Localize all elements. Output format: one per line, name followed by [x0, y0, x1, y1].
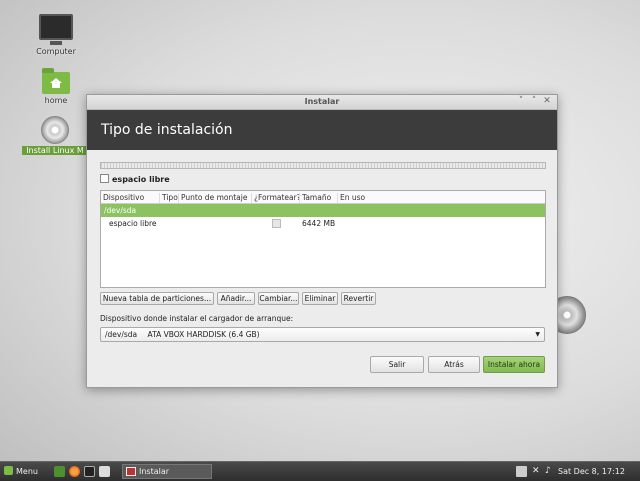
installer-window: Instalar ˅ ˄ ✕ Tipo de instalación espac…	[86, 94, 558, 388]
taskbar: Menu Instalar ✕ ♪ Sat Dec 8, 17:12	[0, 461, 640, 481]
desktop-icon-label: home	[44, 96, 68, 105]
window-titlebar[interactable]: Instalar ˅ ˄ ✕	[87, 95, 557, 110]
quit-button[interactable]: Salir	[370, 356, 424, 373]
table-row[interactable]: /dev/sda	[101, 204, 545, 217]
boot-device-path: /dev/sda	[105, 330, 138, 339]
home-folder-icon	[42, 68, 70, 94]
clock[interactable]: Sat Dec 8, 17:12	[558, 465, 625, 478]
page-title: Tipo de instalación	[87, 110, 557, 150]
partition-bar	[100, 162, 546, 169]
delete-button[interactable]: Eliminar	[302, 292, 338, 305]
table-row[interactable]: espacio libre 6442 MB	[101, 217, 545, 230]
taskbar-window-label: Instalar	[139, 467, 170, 476]
change-button[interactable]: Cambiar...	[258, 292, 299, 305]
firefox-icon[interactable]	[69, 466, 80, 477]
table-header: Dispositivo Tipo Punto de montaje ¿Forma…	[101, 191, 545, 204]
show-desktop-icon[interactable]	[54, 466, 65, 477]
desktop-icon-computer[interactable]: Computer	[26, 14, 86, 56]
column-header-mount[interactable]: Punto de montaje	[178, 193, 251, 203]
add-button[interactable]: Añadir...	[217, 292, 255, 305]
installer-window-icon	[126, 467, 136, 476]
terminal-icon[interactable]	[84, 466, 95, 477]
computer-icon	[39, 14, 73, 45]
new-partition-table-button[interactable]: Nueva tabla de particiones...	[100, 292, 214, 305]
device-cell: /dev/sda	[104, 206, 137, 215]
revert-button[interactable]: Revertir	[341, 292, 376, 305]
size-cell: 6442 MB	[302, 219, 336, 228]
window-title: Instalar	[304, 97, 340, 106]
boot-loader-label: Dispositivo donde instalar el cargador d…	[100, 314, 294, 323]
close-button[interactable]: ✕	[541, 96, 553, 106]
menu-label: Menu	[16, 467, 38, 476]
minimize-button[interactable]: ˅	[515, 96, 527, 106]
column-header-device[interactable]: Dispositivo	[101, 193, 159, 203]
back-button[interactable]: Atrás	[428, 356, 480, 373]
column-header-format[interactable]: ¿Formatear?	[251, 193, 301, 203]
free-space-legend: espacio libre	[100, 174, 170, 184]
desktop-icon-label: Computer	[36, 47, 76, 56]
column-header-size[interactable]: Tamaño	[299, 193, 337, 203]
taskbar-window-button[interactable]: Instalar	[122, 464, 212, 479]
device-cell: espacio libre	[109, 219, 157, 228]
free-space-label: espacio libre	[112, 175, 170, 184]
free-space-swatch	[100, 174, 109, 183]
format-checkbox[interactable]	[272, 219, 281, 228]
maximize-button[interactable]: ˄	[528, 96, 540, 106]
mint-logo-icon	[4, 466, 13, 475]
dropdown-arrow-icon: ▼	[535, 331, 540, 338]
file-manager-icon[interactable]	[99, 466, 110, 477]
desktop-icon-install[interactable]: Install Linux M	[22, 116, 88, 155]
column-header-used[interactable]: En uso	[337, 193, 377, 203]
boot-device-name: ATA VBOX HARDDISK (6.4 GB)	[147, 330, 260, 339]
network-icon[interactable]: ✕	[532, 465, 540, 478]
menu-button[interactable]: Menu	[4, 465, 38, 478]
volume-icon[interactable]: ♪	[545, 465, 551, 478]
partition-table[interactable]: Dispositivo Tipo Punto de montaje ¿Forma…	[100, 190, 546, 288]
boot-device-select[interactable]: /dev/sda ATA VBOX HARDDISK (6.4 GB) ▼	[100, 327, 545, 342]
install-now-button[interactable]: Instalar ahora	[483, 356, 545, 373]
desktop-icon-home[interactable]: home	[26, 68, 86, 105]
column-header-type[interactable]: Tipo	[159, 193, 178, 203]
update-manager-icon[interactable]	[516, 466, 527, 477]
desktop-icon-label: Install Linux M	[22, 146, 88, 155]
cd-disc-icon	[41, 116, 69, 144]
